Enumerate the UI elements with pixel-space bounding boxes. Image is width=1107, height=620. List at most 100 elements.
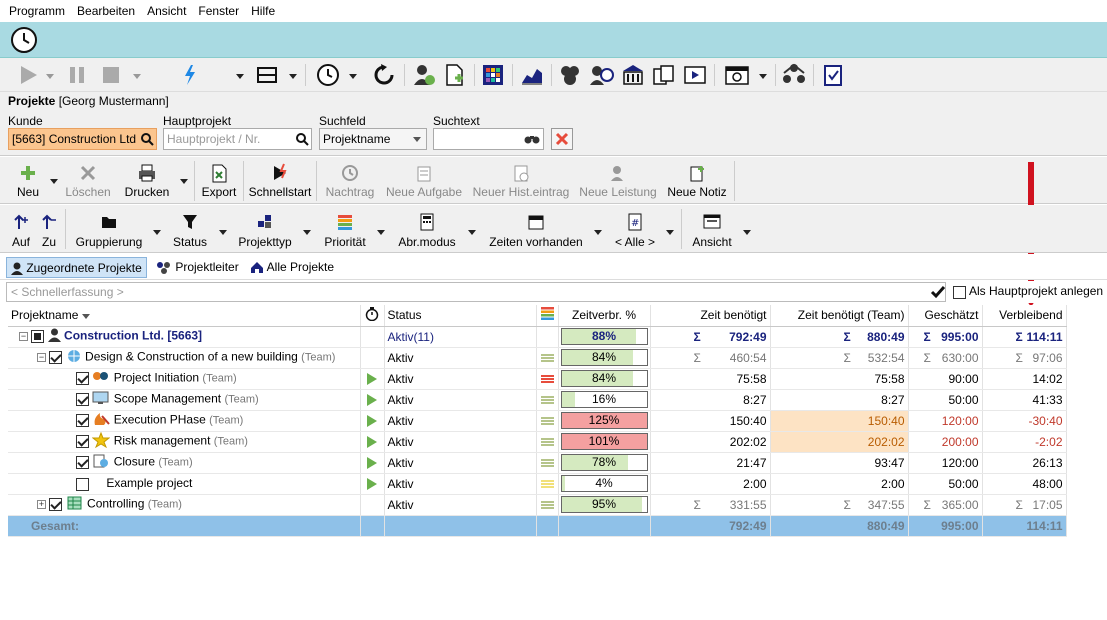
menu-hilfe[interactable]: Hilfe bbox=[251, 4, 275, 18]
tab-assigned-projects[interactable]: Zugeordnete Projekte bbox=[6, 257, 147, 278]
timer-cell[interactable] bbox=[360, 389, 385, 411]
project-name-cell[interactable]: Project Initiation (Team) bbox=[8, 368, 361, 390]
times-available-button[interactable]: Zeiten vorhanden bbox=[485, 213, 587, 249]
new-service-button[interactable]: Neue Leistung bbox=[577, 163, 659, 199]
project-name-cell[interactable]: Example project bbox=[8, 473, 361, 495]
user-clock-icon[interactable] bbox=[589, 63, 615, 87]
menu-programm[interactable]: Programm bbox=[9, 4, 65, 18]
export-button[interactable]: Export bbox=[198, 163, 240, 199]
col-projektname[interactable]: Projektname bbox=[8, 305, 361, 327]
row-checkbox[interactable] bbox=[76, 372, 89, 385]
new-document-icon[interactable] bbox=[443, 63, 467, 87]
confirm-check-icon[interactable] bbox=[930, 285, 946, 299]
grouping-button[interactable]: Gruppierung bbox=[72, 213, 146, 249]
row-checkbox[interactable] bbox=[76, 477, 89, 491]
project-name-cell[interactable]: Execution PHase (Team) bbox=[8, 410, 361, 432]
play-icon[interactable] bbox=[367, 478, 377, 491]
grouping-dropdown-icon[interactable] bbox=[153, 230, 161, 235]
row-checkbox[interactable] bbox=[49, 498, 63, 511]
project-name-cell[interactable]: Risk management (Team) bbox=[8, 431, 361, 453]
expand-toggle-icon[interactable]: − bbox=[37, 353, 46, 362]
play-icon[interactable] bbox=[367, 394, 377, 407]
project-row[interactable]: + Controlling (Team) Aktiv 95% Σ 331:55 Σ 347:… bbox=[8, 494, 1067, 516]
row-checkbox[interactable] bbox=[76, 393, 89, 406]
timer-cell[interactable] bbox=[360, 473, 385, 495]
col-zeit[interactable]: Zeit benötigt bbox=[650, 305, 771, 327]
main-project-checkbox[interactable] bbox=[953, 286, 966, 300]
refresh-icon[interactable] bbox=[373, 63, 395, 87]
priority-dropdown-icon[interactable] bbox=[377, 230, 385, 235]
project-row[interactable]: Project Initiation (Team) Aktiv 84% 75:58 75… bbox=[8, 368, 1067, 390]
layout-dropdown-icon[interactable] bbox=[289, 74, 297, 79]
print-dropdown-icon[interactable] bbox=[180, 179, 188, 184]
project-row[interactable]: Scope Management (Team) Aktiv 16% 8:27 8:27 5… bbox=[8, 389, 1067, 411]
video-play-icon[interactable] bbox=[683, 63, 707, 87]
priority-button[interactable]: Priorität bbox=[320, 213, 370, 249]
play-dropdown-icon[interactable] bbox=[46, 74, 54, 79]
quick-entry-input[interactable]: < Schnellerfassung > bbox=[6, 282, 946, 302]
project-name-cell[interactable]: Scope Management (Team) bbox=[8, 389, 361, 411]
play-icon[interactable] bbox=[367, 457, 377, 470]
menu-fenster[interactable]: Fenster bbox=[198, 4, 239, 18]
users-group-icon[interactable] bbox=[558, 63, 582, 87]
timer-cell[interactable] bbox=[360, 452, 385, 474]
clock-dropdown-icon[interactable] bbox=[349, 74, 357, 79]
menu-bearbeiten[interactable]: Bearbeiten bbox=[77, 4, 135, 18]
stop-dropdown-icon[interactable] bbox=[133, 74, 141, 79]
team-hierarchy-icon[interactable] bbox=[782, 63, 806, 87]
expand-toggle-icon[interactable]: − bbox=[19, 332, 28, 341]
sort-asc-button[interactable]: Auf bbox=[8, 213, 34, 249]
nachtrag-button[interactable]: Nachtrag bbox=[322, 163, 378, 199]
hauptprojekt-field[interactable]: Hauptprojekt / Nr. bbox=[163, 128, 312, 150]
window-dropdown-icon[interactable] bbox=[759, 74, 767, 79]
lightning-icon[interactable] bbox=[180, 63, 200, 87]
print-button[interactable]: Drucken bbox=[120, 163, 174, 199]
row-checkbox[interactable] bbox=[76, 414, 89, 427]
clear-filter-button[interactable] bbox=[551, 128, 573, 150]
times-dropdown-icon[interactable] bbox=[594, 230, 602, 235]
quickstart-button[interactable]: Schnellstart bbox=[247, 163, 313, 199]
row-checkbox[interactable] bbox=[76, 435, 89, 448]
new-history-button[interactable]: Neuer Hist.eintrag bbox=[470, 163, 572, 199]
col-verbleibend[interactable]: Verbleibend bbox=[982, 305, 1067, 327]
tab-all-projects[interactable]: Alle Projekte bbox=[246, 257, 338, 278]
play-icon[interactable] bbox=[367, 373, 377, 386]
billing-dropdown-icon[interactable] bbox=[468, 230, 476, 235]
new-task-button[interactable]: Neue Aufgabe bbox=[383, 163, 465, 199]
row-checkbox[interactable] bbox=[49, 351, 63, 364]
all-dropdown-icon[interactable] bbox=[666, 230, 674, 235]
stop-icon[interactable] bbox=[100, 63, 122, 87]
project-name-cell[interactable]: − Construction Ltd. [5663] bbox=[8, 326, 361, 348]
new-button[interactable]: Neu bbox=[10, 163, 46, 199]
row-checkbox[interactable] bbox=[31, 330, 45, 343]
view-dropdown-icon[interactable] bbox=[743, 230, 751, 235]
project-type-dropdown-icon[interactable] bbox=[303, 230, 311, 235]
suchtext-input[interactable] bbox=[433, 128, 544, 150]
lightning-dropdown-icon[interactable] bbox=[236, 74, 244, 79]
status-dropdown-icon[interactable] bbox=[219, 230, 227, 235]
play-icon[interactable] bbox=[367, 436, 377, 449]
kunde-field[interactable]: [5663] Construction Ltd bbox=[8, 128, 157, 150]
add-user-icon[interactable] bbox=[412, 63, 436, 87]
row-checkbox[interactable] bbox=[76, 456, 89, 469]
col-zeit-team[interactable]: Zeit benötigt (Team) bbox=[770, 305, 909, 327]
expand-toggle-icon[interactable]: + bbox=[37, 500, 46, 509]
project-row[interactable]: Closure (Team) Aktiv 78% 21:47 93:47 120:00 26… bbox=[8, 452, 1067, 474]
billing-mode-button[interactable]: Abr.modus bbox=[394, 213, 460, 249]
tab-project-leader[interactable]: Projektleiter bbox=[152, 257, 243, 278]
window-clock-icon[interactable] bbox=[724, 63, 750, 87]
project-name-cell[interactable]: + Controlling (Team) bbox=[8, 494, 361, 516]
view-button[interactable]: Ansicht bbox=[688, 213, 736, 249]
project-row[interactable]: Risk management (Team) Aktiv 101% 202:02 202… bbox=[8, 431, 1067, 453]
timer-cell[interactable] bbox=[360, 410, 385, 432]
new-note-button[interactable]: Neue Notiz bbox=[664, 163, 730, 199]
grid-app-icon[interactable] bbox=[481, 63, 505, 87]
search-icon[interactable] bbox=[140, 132, 154, 146]
layout-icon[interactable] bbox=[256, 63, 278, 87]
timer-cell[interactable] bbox=[360, 494, 385, 516]
timer-cell[interactable] bbox=[360, 326, 385, 348]
pause-icon[interactable] bbox=[66, 63, 88, 87]
project-type-button[interactable]: Projekttyp bbox=[234, 213, 296, 249]
col-status[interactable]: Status bbox=[384, 305, 537, 327]
clock-icon[interactable] bbox=[316, 63, 340, 87]
